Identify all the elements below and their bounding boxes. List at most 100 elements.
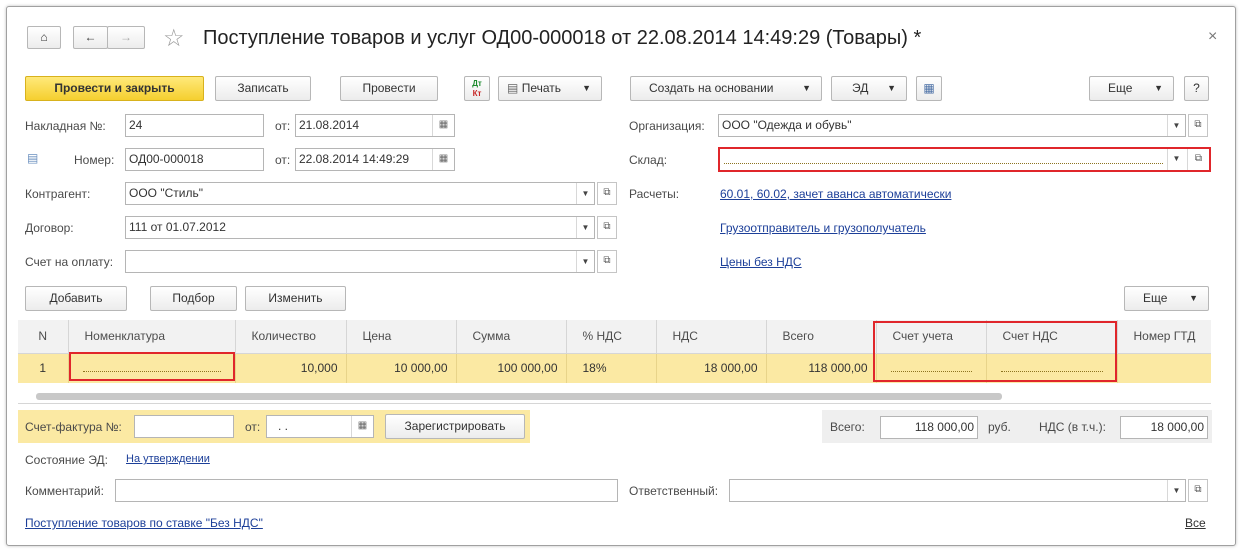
ed-state-label: Состояние ЭД: [25, 453, 108, 467]
more-button[interactable]: Еще ▼ [1089, 76, 1174, 101]
column-header[interactable]: Цена [346, 320, 457, 354]
column-header[interactable]: Всего [766, 320, 877, 354]
column-header[interactable]: % НДС [566, 320, 657, 354]
warehouse-label: Склад: [629, 153, 668, 167]
invoice-date-field[interactable]: 21.08.2014 ▦ [295, 114, 455, 137]
price-cell[interactable]: 10 000,00 [346, 353, 457, 383]
open-organization-button[interactable]: ⧉ [1188, 114, 1208, 137]
nomenclature-cell[interactable] [68, 353, 236, 383]
organization-field[interactable]: ООО "Одежда и обувь" ▼ [718, 114, 1186, 137]
back-button[interactable]: ← [73, 26, 108, 49]
responsible-field[interactable]: ▼ [729, 479, 1186, 502]
column-header[interactable]: НДС [656, 320, 767, 354]
arrow-right-icon: → [120, 30, 132, 44]
print-button[interactable]: ▤ Печать ▼ [498, 76, 602, 101]
help-button[interactable]: ? [1184, 76, 1209, 101]
document-button[interactable]: ▦ [916, 76, 942, 101]
chevron-down-icon[interactable]: ▼ [1167, 149, 1185, 170]
post-button[interactable]: Провести [340, 76, 438, 101]
close-icon[interactable]: × [1208, 28, 1217, 46]
sf-number-field[interactable] [134, 415, 234, 438]
favorite-star-icon[interactable]: ☆ [163, 24, 185, 53]
ed-button[interactable]: ЭД ▼ [831, 76, 907, 101]
vat-total-label: НДС (в т.ч.): [1039, 420, 1106, 434]
payment-invoice-field[interactable]: ▼ [125, 250, 595, 273]
column-header[interactable]: Номенклатура [68, 320, 236, 354]
settlements-link[interactable]: 60.01, 60.02, зачет аванса автоматически [720, 187, 951, 201]
forward-button[interactable]: → [107, 26, 145, 49]
page-title: Поступление товаров и услуг ОД00-000018 … [203, 27, 922, 49]
column-header[interactable]: N [18, 320, 69, 354]
home-icon: ⌂ [40, 30, 48, 44]
table-more-button[interactable]: Еще ▼ [1124, 286, 1209, 311]
pick-button[interactable]: Подбор [150, 286, 237, 311]
create-based-on-button[interactable]: Создать на основании ▼ [630, 76, 822, 101]
currency-label: руб. [988, 420, 1011, 434]
chevron-down-icon: ▼ [802, 83, 811, 93]
open-counterparty-button[interactable]: ⧉ [597, 182, 617, 205]
open-icon[interactable]: ⧉ [1187, 149, 1209, 170]
open-responsible-button[interactable]: ⧉ [1188, 479, 1208, 502]
column-header[interactable]: Счет НДС [986, 320, 1118, 354]
dt-kt-icon: Дт [472, 79, 482, 88]
quantity-cell[interactable]: 10,000 [235, 353, 347, 383]
payment-invoice-label: Счет на оплату: [25, 255, 114, 269]
printer-icon: ▤ [507, 81, 519, 95]
number-date-field[interactable]: 22.08.2014 14:49:29 ▦ [295, 148, 455, 171]
chevron-down-icon: ▼ [887, 83, 896, 93]
comment-label: Комментарий: [25, 484, 104, 498]
chevron-down-icon[interactable]: ▼ [576, 251, 594, 272]
warehouse-field[interactable]: ▼ ⧉ [718, 147, 1211, 172]
goods-table: N Номенклатура Количество Цена Сумма % Н… [18, 320, 1211, 383]
sf-number-label: Счет-фактура №: [25, 420, 122, 434]
chevron-down-icon[interactable]: ▼ [576, 217, 594, 238]
dt-kt-button[interactable]: Дт Кт [464, 76, 490, 101]
prices-without-vat-link[interactable]: Цены без НДС [720, 255, 802, 269]
gtd-number-cell[interactable] [1117, 353, 1211, 383]
row-number-cell[interactable]: 1 [18, 353, 69, 383]
open-payment-invoice-button[interactable]: ⧉ [597, 250, 617, 273]
invoice-number-label: Накладная №: [25, 119, 106, 133]
chevron-down-icon: ▼ [1154, 83, 1163, 93]
calendar-icon[interactable]: ▦ [432, 149, 454, 170]
responsible-label: Ответственный: [629, 484, 719, 498]
vat-account-cell[interactable] [986, 353, 1118, 383]
save-button[interactable]: Записать [215, 76, 311, 101]
horizontal-scrollbar[interactable] [36, 393, 1002, 400]
calendar-icon[interactable]: ▦ [432, 115, 454, 136]
column-header[interactable]: Количество [235, 320, 347, 354]
sum-cell[interactable]: 100 000,00 [456, 353, 567, 383]
register-button[interactable]: Зарегистрировать [385, 414, 525, 439]
contract-field[interactable]: 111 от 01.07.2012 ▼ [125, 216, 595, 239]
account-cell[interactable] [876, 353, 987, 383]
post-and-close-button[interactable]: Провести и закрыть [25, 76, 204, 101]
list-icon: ▤ [27, 151, 39, 165]
add-row-button[interactable]: Добавить [25, 286, 127, 311]
comment-field[interactable] [115, 479, 618, 502]
total-cell[interactable]: 118 000,00 [766, 353, 877, 383]
chevron-down-icon[interactable]: ▼ [1167, 115, 1185, 136]
without-vat-rate-link[interactable]: Поступление товаров по ставке "Без НДС" [25, 516, 263, 530]
column-header[interactable]: Номер ГТД [1117, 320, 1211, 354]
counterparty-field[interactable]: ООО "Стиль" ▼ [125, 182, 595, 205]
number-field[interactable]: ОД00-000018 [125, 148, 264, 171]
vat-rate-cell[interactable]: 18% [566, 353, 657, 383]
sf-date-field[interactable]: . . ▦ [266, 415, 374, 438]
shipper-consignee-link[interactable]: Грузоотправитель и грузополучатель [720, 221, 926, 235]
column-header[interactable]: Сумма [456, 320, 567, 354]
open-contract-button[interactable]: ⧉ [597, 216, 617, 239]
chevron-down-icon[interactable]: ▼ [576, 183, 594, 204]
ed-state-link[interactable]: На утверждении [126, 453, 210, 465]
sf-date-label: от: [245, 420, 261, 434]
chevron-down-icon[interactable]: ▼ [1167, 480, 1185, 501]
all-link[interactable]: Все [1185, 516, 1206, 530]
invoice-number-field[interactable]: 24 [125, 114, 264, 137]
arrow-left-icon: ← [84, 30, 97, 44]
table-row[interactable]: 1 10,000 10 000,00 100 000,00 18% 18 000… [18, 353, 1211, 383]
vat-cell[interactable]: 18 000,00 [656, 353, 767, 383]
edit-button[interactable]: Изменить [245, 286, 346, 311]
organization-label: Организация: [629, 119, 705, 133]
calendar-icon[interactable]: ▦ [351, 416, 373, 437]
home-button[interactable]: ⌂ [27, 26, 61, 49]
column-header[interactable]: Счет учета [876, 320, 987, 354]
